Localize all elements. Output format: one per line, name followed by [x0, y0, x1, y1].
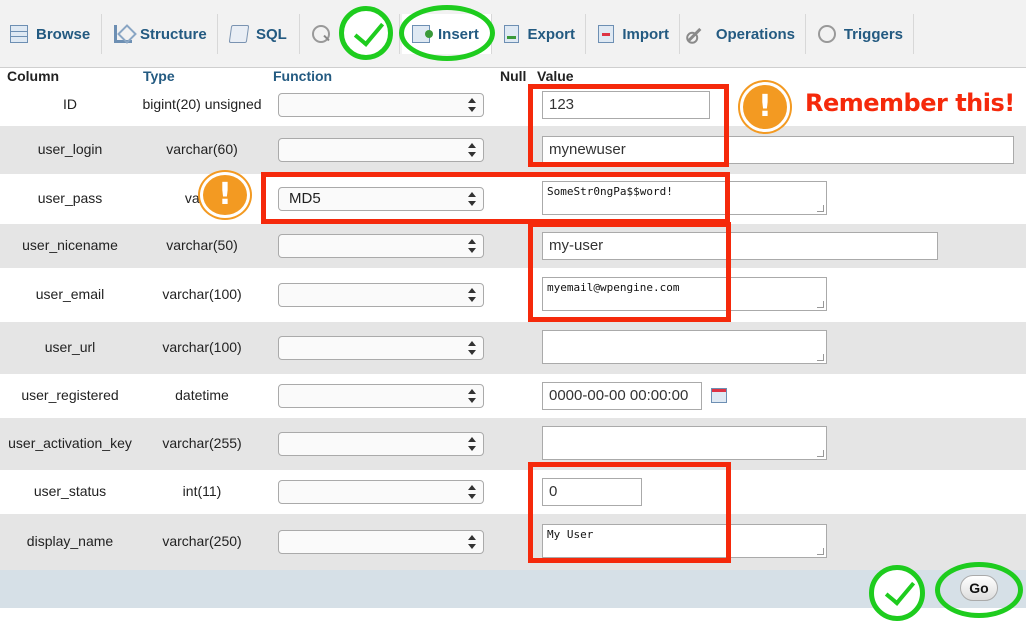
tab-label: Browse — [36, 25, 91, 43]
select-arrows-icon — [468, 388, 476, 404]
column-name: user_nicename — [22, 237, 118, 253]
triggers-icon — [818, 25, 836, 43]
warning-icon: ! — [740, 82, 790, 132]
column-name: user_status — [33, 483, 107, 499]
tab-label: Triggers — [843, 25, 903, 43]
column-name: display_name — [26, 533, 114, 549]
tab-label: SQL — [256, 25, 287, 43]
function-select[interactable] — [278, 384, 484, 408]
value-textarea[interactable] — [542, 426, 827, 460]
tab-structure[interactable]: Structure — [104, 14, 218, 54]
column-name: user_pass — [37, 190, 103, 206]
function-select[interactable] — [278, 283, 484, 307]
warning-icon: ! — [200, 172, 250, 218]
export-icon — [504, 25, 520, 43]
tab-label: Export — [527, 25, 575, 43]
column-type: varchar(250) — [162, 533, 242, 549]
select-arrows-icon — [468, 238, 476, 254]
function-select[interactable] — [278, 93, 484, 117]
go-check-ring — [869, 565, 925, 621]
tab-label: Structure — [140, 25, 207, 43]
header-function[interactable]: Function — [273, 68, 332, 84]
column-name: user_login — [37, 141, 103, 157]
column-type: bigint(20) unsigned — [142, 96, 262, 112]
column-name: user_registered — [21, 387, 119, 403]
resize-grip-icon[interactable] — [817, 354, 824, 361]
column-type: varchar(100) — [162, 286, 242, 302]
table-row: user_activation_key varchar(255) — [0, 418, 1026, 470]
tab-sql[interactable]: SQL — [220, 14, 300, 54]
header-value: Value — [537, 68, 574, 84]
checkmark-icon — [353, 15, 385, 47]
value-input[interactable]: 0000-00-00 00:00:00 — [542, 382, 702, 410]
column-name: user_url — [44, 339, 96, 355]
function-select[interactable] — [278, 234, 484, 258]
insert-tab-highlight — [399, 5, 495, 61]
select-arrows-icon — [468, 534, 476, 550]
header-column: Column — [7, 68, 60, 84]
insert-check-ring — [339, 6, 393, 60]
select-arrows-icon — [468, 436, 476, 452]
select-arrows-icon — [468, 287, 476, 303]
tab-label: Import — [622, 25, 669, 43]
column-type: varchar(100) — [162, 339, 242, 355]
table-row: user_email varchar(100) myemail@wpengine.c… — [0, 268, 1026, 322]
column-name: user_activation_key — [8, 435, 132, 451]
password-md5-highlight — [261, 172, 730, 224]
column-type: int(11) — [182, 483, 222, 499]
table-row: display_name varchar(250) My User — [0, 514, 1026, 570]
column-type: varchar(255) — [162, 435, 242, 451]
tab-bar: Browse Structure SQL Insert Export Impor… — [0, 0, 1026, 68]
column-header-row: Column Type Function Null Value — [0, 68, 1026, 84]
tab-export[interactable]: Export — [494, 14, 586, 54]
table-row: user_url varchar(100) — [0, 322, 1026, 374]
function-select[interactable] — [278, 480, 484, 504]
function-select[interactable] — [278, 530, 484, 554]
header-type[interactable]: Type — [143, 68, 175, 84]
wrench-icon — [687, 28, 712, 52]
column-type: varchar(50) — [166, 237, 238, 253]
column-name: ID — [63, 96, 77, 112]
id-login-highlight — [528, 84, 729, 167]
tab-triggers[interactable]: Triggers — [808, 14, 914, 54]
sql-icon — [228, 25, 250, 43]
table-row: user_nicename varchar(50) my-user — [0, 224, 1026, 268]
tab-browse[interactable]: Browse — [0, 14, 102, 54]
nicename-email-highlight — [528, 222, 731, 322]
table-row: user_login varchar(60) mynewuser — [0, 126, 1026, 174]
structure-icon — [114, 25, 132, 43]
checkmark-icon — [884, 574, 916, 606]
select-arrows-icon — [468, 340, 476, 356]
search-icon — [312, 25, 330, 43]
import-icon — [598, 25, 615, 43]
resize-grip-icon[interactable] — [817, 450, 824, 457]
header-null: Null — [500, 68, 527, 84]
calendar-icon[interactable] — [711, 388, 727, 403]
column-name: user_email — [35, 286, 105, 302]
resize-grip-icon[interactable] — [817, 301, 824, 308]
column-type: datetime — [175, 387, 229, 403]
table-row: user_registered datetime 0000-00-00 00:00:… — [0, 374, 1026, 418]
resize-grip-icon[interactable] — [817, 205, 824, 212]
go-button-highlight — [935, 562, 1023, 618]
select-arrows-icon — [468, 97, 476, 113]
tab-label: Operations — [715, 25, 795, 43]
status-display-highlight — [528, 462, 731, 563]
tab-import[interactable]: Import — [588, 14, 680, 54]
tab-operations[interactable]: Operations — [682, 14, 806, 54]
table-icon — [10, 25, 28, 43]
function-select[interactable] — [278, 138, 484, 162]
select-arrows-icon — [468, 484, 476, 500]
select-arrows-icon — [468, 142, 476, 158]
table-row: user_status int(11) 0 — [0, 470, 1026, 514]
value-textarea[interactable] — [542, 330, 827, 364]
column-type: varchar(60) — [166, 141, 238, 157]
resize-grip-icon[interactable] — [817, 548, 824, 555]
function-select[interactable] — [278, 432, 484, 456]
function-select[interactable] — [278, 336, 484, 360]
remember-annotation: Remember this! — [805, 89, 1015, 117]
